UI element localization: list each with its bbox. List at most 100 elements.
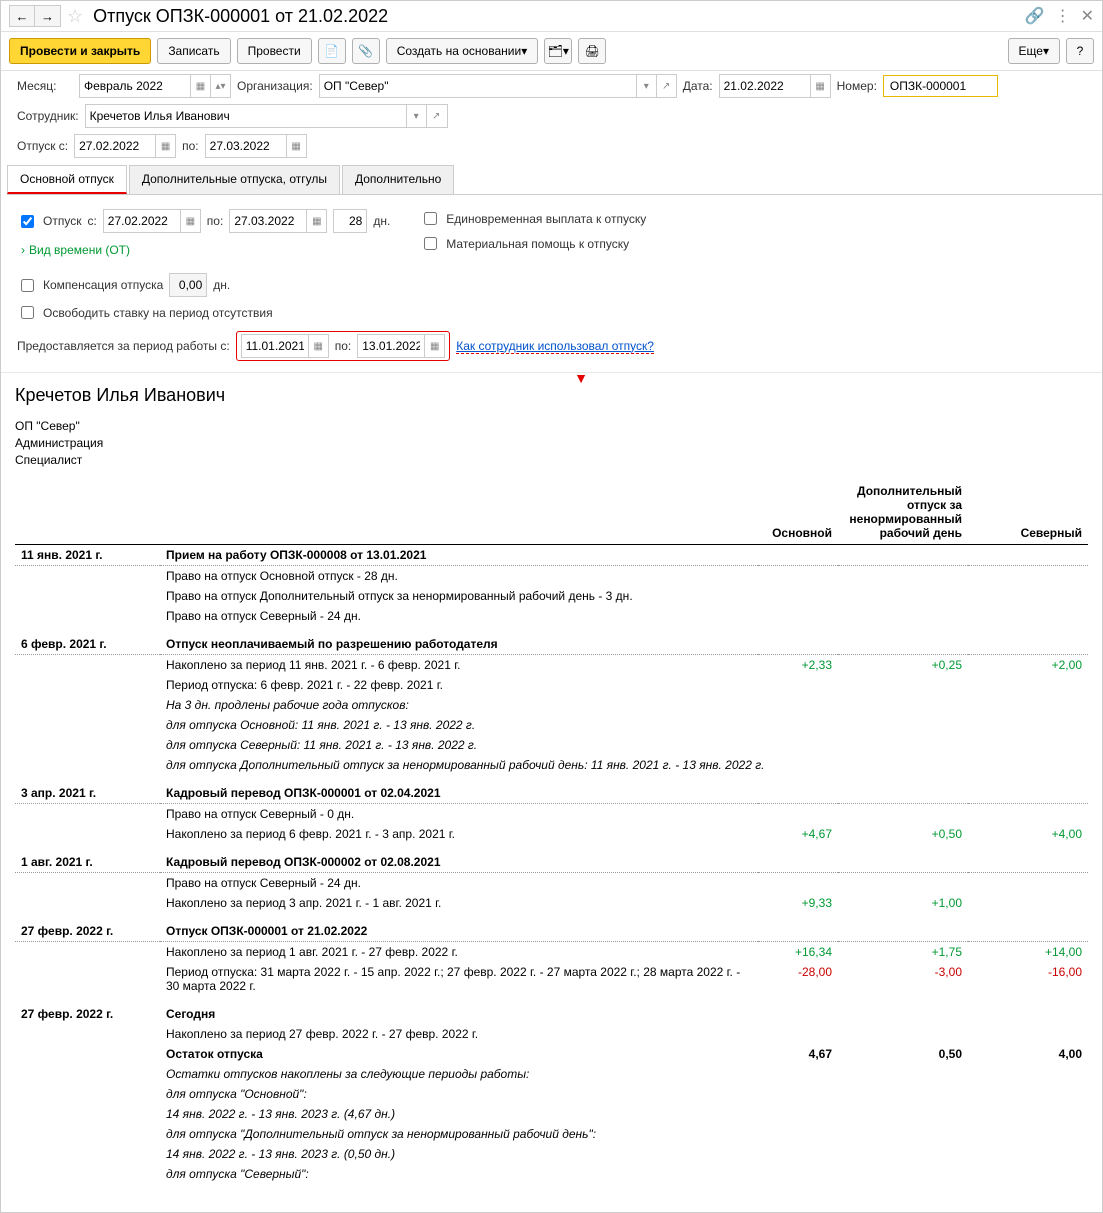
post-close-button[interactable]: Провести и закрыть [9, 38, 151, 64]
report-org: ОП "Север" [15, 418, 1088, 435]
wp-from-field[interactable]: ▦ [241, 334, 329, 358]
report-position: Специалист [15, 452, 1088, 469]
leave-date-to[interactable]: ▦ [229, 209, 327, 233]
calendar-icon[interactable]: ▦ [308, 335, 328, 357]
free-position-label: Освободить ставку на период отсутствия [43, 306, 273, 320]
material-aid-label: Материальная помощь к отпуску [446, 237, 629, 251]
attach-icon[interactable]: 📎 [352, 38, 380, 64]
entry-line: Накоплено за период 27 февр. 2022 г. - 2… [160, 1024, 1088, 1044]
entry-line: Остаток отпуска [160, 1044, 758, 1064]
col-extra: Дополнительный отпуск за ненормированный… [838, 480, 968, 545]
entry-italic-line: для отпуска "Северный": [160, 1164, 1088, 1184]
number-label: Номер: [837, 79, 877, 93]
chevron-down-icon: ▾ [1043, 44, 1049, 58]
entry-line: Накоплено за период 6 февр. 2021 г. - 3 … [160, 824, 758, 844]
entry-italic-line: для отпуска "Дополнительный отпуск за не… [160, 1124, 1088, 1144]
calendar-icon[interactable]: ▦ [155, 135, 175, 157]
how-used-link[interactable]: Как сотрудник использовал отпуск? [456, 339, 654, 354]
compensation-checkbox[interactable] [21, 279, 34, 292]
leave-checkbox-label: Отпуск [43, 214, 81, 228]
entry-line: Накоплено за период 11 янв. 2021 г. - 6 … [160, 655, 758, 676]
leave-from-field[interactable]: ▦ [74, 134, 176, 158]
forward-button[interactable]: → [35, 5, 61, 27]
window: ← → ☆ Отпуск ОПЗК-000001 от 21.02.2022 🔗… [0, 0, 1103, 1213]
leave-date-from[interactable]: ▦ [103, 209, 201, 233]
save-button[interactable]: Записать [157, 38, 230, 64]
menu-icon[interactable]: ⋮ [1055, 6, 1071, 26]
open-icon[interactable]: ↗ [656, 75, 676, 97]
chevron-down-icon[interactable]: ▾ [406, 105, 426, 127]
more-button[interactable]: Еще ▾ [1008, 38, 1060, 64]
val-north: +14,00 [968, 942, 1088, 963]
print-icon[interactable]: 🖨 [578, 38, 606, 64]
val-main: 4,67 [758, 1044, 838, 1064]
val-north: 4,00 [968, 1044, 1088, 1064]
org-field[interactable]: ▾ ↗ [319, 74, 677, 98]
entry-italic-line: Остатки отпусков накоплены за следующие … [160, 1064, 1088, 1084]
entry-line: Период отпуска: 31 марта 2022 г. - 15 ап… [160, 962, 758, 996]
val-extra: -3,00 [838, 962, 968, 996]
calendar-icon[interactable]: ▦ [180, 210, 200, 232]
free-position-checkbox[interactable] [21, 306, 34, 319]
structure-icon[interactable]: 🗂▾ [544, 38, 572, 64]
help-button[interactable]: ? [1066, 38, 1094, 64]
chevron-down-icon[interactable]: ▾ [636, 75, 656, 97]
entry-line: Право на отпуск Основной отпуск - 28 дн. [160, 566, 1088, 587]
time-type-link[interactable]: › Вид времени (ОТ) [21, 243, 130, 257]
link-icon[interactable]: 🔗 [1025, 6, 1045, 26]
calendar-icon[interactable]: ▦ [306, 210, 326, 232]
compensation-value[interactable] [169, 273, 207, 297]
entry-italic-line: для отпуска Дополнительный отпуск за нен… [160, 755, 1088, 775]
entry-title: Отпуск ОПЗК-000001 от 21.02.2022 [160, 921, 1088, 942]
leave-days[interactable] [333, 209, 367, 233]
calendar-icon[interactable]: ▦ [190, 75, 210, 97]
open-icon[interactable]: ↗ [426, 105, 446, 127]
month-field[interactable]: ▦ ▴▾ [79, 74, 231, 98]
report-icon[interactable]: 📄 [318, 38, 346, 64]
tab-body: Отпуск с: ▦ по: ▦ дн. [1, 195, 1102, 373]
calendar-icon[interactable]: ▦ [810, 75, 830, 97]
entry-title: Кадровый перевод ОПЗК-000002 от 02.08.20… [160, 852, 1088, 873]
onetime-pay-checkbox[interactable] [424, 212, 437, 225]
tabs: Основной отпуск Дополнительные отпуска, … [7, 165, 1102, 195]
tab-extra-leave[interactable]: Дополнительные отпуска, отгулы [129, 165, 340, 194]
val-north: +2,00 [968, 655, 1088, 676]
close-icon[interactable]: ✕ [1081, 6, 1094, 26]
val-extra: +0,50 [838, 824, 968, 844]
calendar-icon[interactable]: ▦ [424, 335, 444, 357]
spinner-icon[interactable]: ▴▾ [210, 75, 230, 97]
report-section: Кречетов Илья Иванович ОП "Север" Админи… [1, 385, 1102, 1212]
leave-from-label: Отпуск с: [17, 139, 68, 153]
val-extra: +1,75 [838, 942, 968, 963]
entry-date: 11 янв. 2021 г. [15, 545, 160, 566]
date-field[interactable]: ▦ [719, 74, 831, 98]
tab-main-leave[interactable]: Основной отпуск [7, 165, 127, 194]
entry-date: 27 февр. 2022 г. [15, 1004, 160, 1024]
entry-italic-line: для отпуска Северный: 11 янв. 2021 г. - … [160, 735, 1088, 755]
calendar-icon[interactable]: ▦ [286, 135, 306, 157]
entry-line: Право на отпуск Дополнительный отпуск за… [160, 586, 1088, 606]
favorite-icon[interactable]: ☆ [67, 6, 83, 27]
entry-title: Сегодня [160, 1004, 1088, 1024]
val-extra: 0,50 [838, 1044, 968, 1064]
entry-italic-line: 14 янв. 2022 г. - 13 янв. 2023 г. (4,67 … [160, 1104, 1088, 1124]
employee-field[interactable]: ▾ ↗ [85, 104, 448, 128]
leave-to-field[interactable]: ▦ [205, 134, 307, 158]
report-employee-name: Кречетов Илья Иванович [15, 385, 1088, 406]
entry-line: Право на отпуск Северный - 24 дн. [160, 606, 1088, 626]
wp-to-field[interactable]: ▦ [357, 334, 445, 358]
month-label: Месяц: [17, 79, 73, 93]
create-based-on-button[interactable]: Создать на основании ▾ [386, 38, 539, 64]
entry-title: Отпуск неоплачиваемый по разрешению рабо… [160, 634, 1088, 655]
back-button[interactable]: ← [9, 5, 35, 27]
post-button[interactable]: Провести [237, 38, 312, 64]
val-north: -16,00 [968, 962, 1088, 996]
entry-line: Право на отпуск Северный - 24 дн. [160, 873, 1088, 894]
entry-date: 1 авг. 2021 г. [15, 852, 160, 873]
val-extra: +0,25 [838, 655, 968, 676]
chevron-down-icon: ▾ [521, 44, 527, 58]
tab-additional[interactable]: Дополнительно [342, 165, 454, 194]
material-aid-checkbox[interactable] [424, 237, 437, 250]
leave-checkbox[interactable] [21, 215, 34, 228]
val-north: +4,00 [968, 824, 1088, 844]
